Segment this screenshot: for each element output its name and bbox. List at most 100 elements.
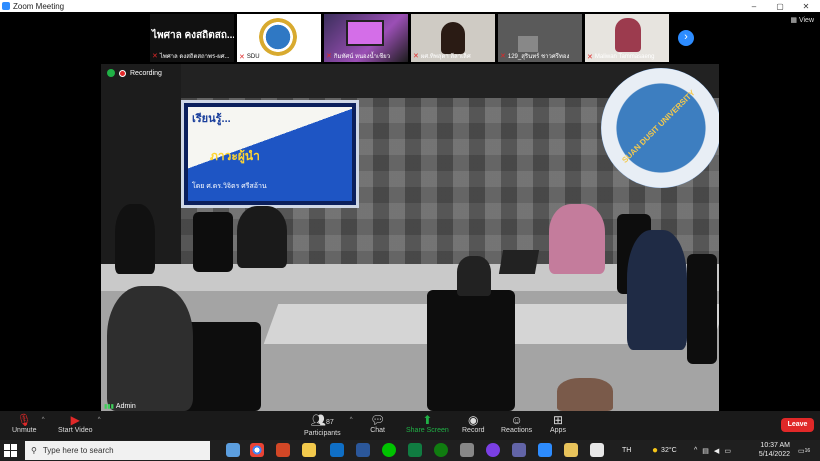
edge-icon[interactable] [330, 443, 344, 457]
app-icon[interactable] [486, 443, 500, 457]
laptop [498, 250, 540, 274]
keyboard-icon[interactable]: ▭ [724, 447, 731, 455]
muted-mic-icon: 🎙︎ [16, 413, 32, 427]
share-screen-button[interactable]: ⬆ Share Screen [406, 413, 449, 434]
share-screen-label: Share Screen [406, 427, 449, 434]
notifications-button[interactable]: ▭ 16 [798, 440, 810, 461]
participants-button[interactable]: 👥︎87 Participants ^ [304, 413, 353, 437]
presentation-screen: เรียนรู้... ภาวะผู้นำ โดย ศ.ดร.วิจิตร ศร… [181, 100, 359, 208]
recording-label: Recording [130, 69, 162, 77]
participant-display-name: ไพศาล คงสถิตสถ... [152, 30, 234, 41]
start-video-button[interactable]: ▶ Start Video ^ [58, 413, 101, 434]
view-button[interactable]: ▦ View [790, 16, 814, 25]
participant-tile[interactable]: ✕ ผศ.ทิพสุดา ลีลาเลิศ [411, 14, 495, 62]
temperature: 32°C [661, 447, 677, 454]
meeting-toolbar: 🎙︎ Unmute ^ ▶ Start Video ^ 👥︎87 Partici… [0, 411, 820, 440]
record-label: Record [462, 427, 485, 434]
clock-time: 10:37 AM [760, 442, 790, 449]
task-view-icon[interactable] [226, 443, 240, 457]
line-icon[interactable] [382, 443, 396, 457]
participant-video [518, 36, 538, 52]
participant-tile[interactable]: ✕ Maliwan Tammasaeng [585, 14, 669, 62]
participants-label: Participants [304, 430, 341, 437]
speaker-icon[interactable]: ◀ [714, 447, 719, 455]
network-icon[interactable]: ▤ [702, 447, 709, 455]
unmute-label: Unmute [12, 427, 37, 434]
xbox-icon[interactable] [434, 443, 448, 457]
chat-label: Chat [370, 427, 386, 434]
participant-strip: ไพศาล คงสถิตสถ... ✕ ไพศาล ดงสถิตสถาพร-ผศ.… [0, 12, 820, 64]
sun-icon: ● [652, 445, 659, 456]
attendee [115, 204, 155, 274]
unmute-button[interactable]: 🎙︎ Unmute ^ [12, 413, 45, 434]
pdf-icon[interactable] [590, 443, 604, 457]
muted-mic-icon: ✕ [326, 53, 332, 60]
chrome-icon[interactable] [250, 443, 264, 457]
leave-button[interactable]: Leave [781, 418, 814, 432]
record-button[interactable]: ◉ Record [462, 413, 485, 434]
reactions-button[interactable]: ☺ Reactions [501, 413, 532, 434]
participants-count: 87 [326, 419, 334, 426]
search-placeholder: Type here to search [42, 446, 114, 455]
people-icon: 👥︎ [310, 413, 326, 427]
word-icon[interactable] [356, 443, 370, 457]
participant-tile[interactable]: ✕ 129_สุรินทร์ ชาวศรีทอง [498, 14, 582, 62]
grid-icon: ▦ [790, 17, 797, 24]
notification-icon: ▭ [798, 447, 805, 455]
clock-date: 5/14/2022 [758, 451, 790, 458]
excel-icon[interactable] [408, 443, 422, 457]
maximize-button[interactable]: ▢ [770, 0, 790, 12]
powerpoint-icon[interactable] [276, 443, 290, 457]
next-page-button[interactable]: › [678, 30, 694, 46]
participant-name: SDU [246, 54, 260, 60]
participant-video [346, 20, 384, 46]
chevron-up-icon[interactable]: ^ [98, 417, 101, 423]
chat-button[interactable]: 💬︎ Chat [370, 413, 385, 434]
attendee [557, 378, 613, 411]
smiley-icon: ☺ [510, 413, 523, 427]
system-tray[interactable]: ^ ▤ ◀ ▭ [694, 440, 731, 461]
file-explorer-icon[interactable] [302, 443, 316, 457]
close-button[interactable]: ✕ [796, 0, 816, 12]
video-off-icon: ▶ [70, 413, 80, 427]
participant-video [615, 18, 641, 52]
muted-mic-icon: ✕ [587, 54, 593, 61]
participant-video [441, 22, 465, 54]
minimize-button[interactable]: – [744, 0, 764, 12]
windows-start-button[interactable] [4, 444, 17, 457]
record-dot-icon [119, 69, 126, 77]
windows-taskbar: ⚲ Type here to search TH ● 32°C ^ ▤ ◀ ▭ … [0, 440, 820, 461]
chevron-up-icon[interactable]: ^ [42, 417, 45, 423]
chevron-up-icon[interactable]: ^ [694, 447, 697, 454]
active-speaker-video[interactable]: SUAN DUSIT UNIVERSITY เรียนรู้... ภาวะผู… [101, 64, 719, 411]
signal-icon: ▮▮▮ [104, 404, 114, 410]
participant-name: ไพศาล ดงสถิตสถาพร-ผศ... [159, 54, 230, 60]
attendee [107, 286, 193, 411]
attendee [627, 230, 687, 350]
participant-tile[interactable]: ✕ SDU [237, 14, 321, 62]
attendee [549, 204, 605, 274]
apps-button[interactable]: ⊞ Apps [550, 413, 566, 434]
participant-tile[interactable]: ไพศาล คงสถิตสถ... ✕ ไพศาล ดงสถิตสถาพร-ผศ.… [150, 14, 234, 62]
taskbar-search-box[interactable]: ⚲ Type here to search [25, 441, 210, 460]
apps-icon: ⊞ [552, 413, 564, 427]
reactions-label: Reactions [501, 427, 533, 434]
input-language[interactable]: TH [622, 440, 631, 461]
muted-mic-icon: ✕ [239, 54, 245, 61]
app-icon[interactable] [564, 443, 578, 457]
muted-mic-icon: ✕ [500, 53, 506, 60]
participant-name: Maliwan Tammasaeng [594, 54, 655, 60]
attendee [237, 206, 287, 268]
weather-widget[interactable]: ● 32°C [652, 440, 677, 461]
participant-name: 129_สุรินทร์ ชาวศรีทอง [507, 54, 570, 60]
start-video-label: Start Video [58, 427, 93, 434]
taskbar-clock[interactable]: 10:37 AM 5/14/2022 [758, 441, 790, 459]
search-icon: ⚲ [31, 446, 37, 455]
screen-title: เรียนรู้... [192, 113, 231, 125]
teams-icon[interactable] [512, 443, 526, 457]
app-icon[interactable] [460, 443, 474, 457]
zoom-taskbar-icon[interactable] [538, 443, 552, 457]
apps-label: Apps [550, 427, 566, 434]
participant-tile[interactable]: ✕ กิมทัศน์ หนองน้ำเชียว [324, 14, 408, 62]
chevron-up-icon[interactable]: ^ [350, 417, 353, 423]
